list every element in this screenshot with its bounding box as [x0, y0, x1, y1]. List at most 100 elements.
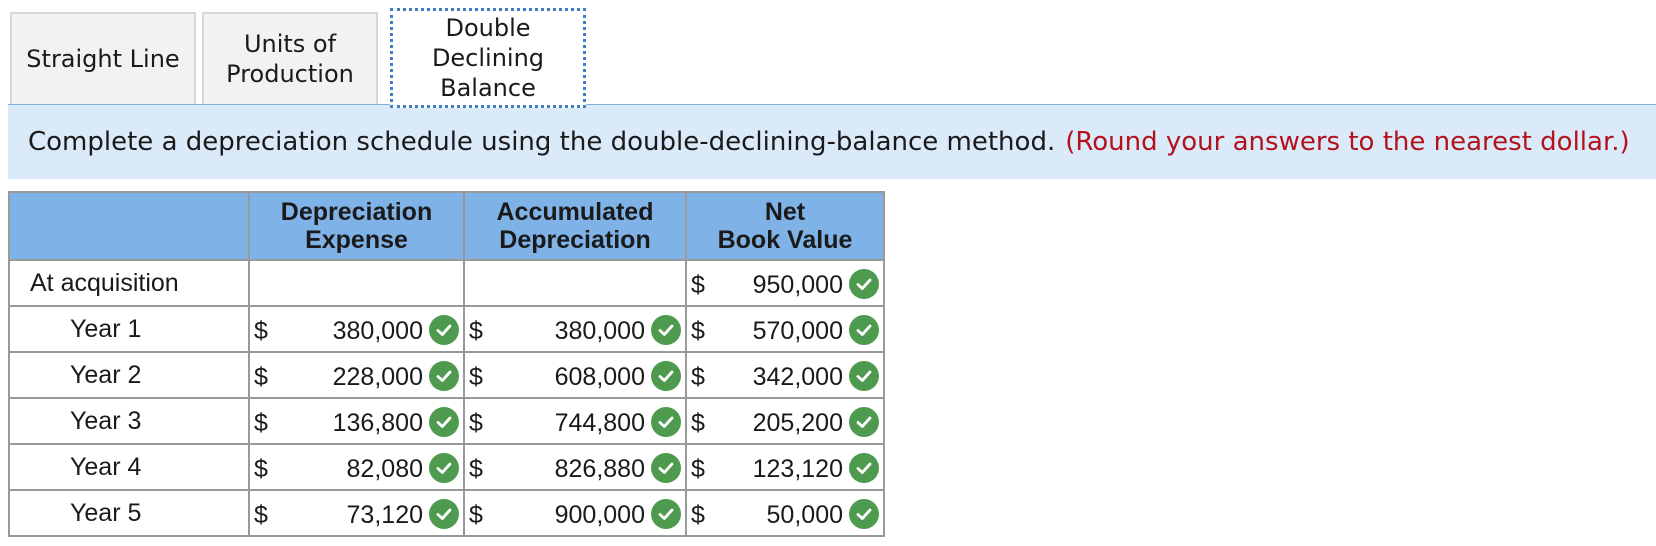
amount-field[interactable]: $950,000 — [687, 262, 883, 304]
depreciation-expense-cell: $380,000 — [248, 305, 465, 353]
table-row: Year 5 $73,120 $900,000 $50,000 — [8, 489, 885, 537]
currency-symbol: $ — [254, 317, 268, 345]
accumulated-depreciation-cell: $608,000 — [463, 351, 687, 399]
currency-symbol: $ — [469, 501, 483, 529]
amount-field[interactable]: $826,880 — [465, 446, 685, 488]
net-book-value-cell: $342,000 — [685, 351, 885, 399]
depreciation-expense-cell: $228,000 — [248, 351, 465, 399]
amount-value: 900,000 — [554, 501, 645, 529]
depreciation-expense-cell: $136,800 — [248, 397, 465, 445]
amount-value: 380,000 — [332, 317, 423, 345]
check-circle-icon — [849, 499, 879, 529]
header-depreciation-expense: Depreciation Expense — [248, 191, 465, 261]
check-circle-icon — [429, 453, 459, 483]
depreciation-expense-cell — [248, 259, 465, 307]
check-circle-icon — [651, 407, 681, 437]
currency-symbol: $ — [691, 271, 705, 299]
accumulated-depreciation-cell: $826,880 — [463, 443, 687, 491]
table-row: Year 2 $228,000 $608,000 $342,000 — [8, 351, 885, 399]
table-row: At acquisition $950,000 — [8, 259, 885, 307]
tab-straight-line[interactable]: Straight Line — [10, 12, 196, 104]
check-circle-icon — [429, 499, 459, 529]
currency-symbol: $ — [691, 317, 705, 345]
amount-value: 205,200 — [752, 409, 843, 437]
accumulated-depreciation-cell: $744,800 — [463, 397, 687, 445]
check-circle-icon — [429, 361, 459, 391]
check-circle-icon — [849, 315, 879, 345]
accumulated-depreciation-cell — [463, 259, 687, 307]
amount-value: 826,880 — [554, 455, 645, 483]
row-label: Year 1 — [8, 305, 250, 353]
amount-field[interactable]: $608,000 — [465, 354, 685, 396]
amount-field[interactable]: $228,000 — [250, 354, 463, 396]
table-row: Year 1 $380,000 $380,000 $570,000 — [8, 305, 885, 353]
amount-field[interactable]: $123,120 — [687, 446, 883, 488]
net-book-value-cell: $123,120 — [685, 443, 885, 491]
check-circle-icon — [849, 361, 879, 391]
check-circle-icon — [849, 407, 879, 437]
method-tabs: Straight Line Units of Production Double… — [8, 8, 1656, 108]
check-circle-icon — [651, 315, 681, 345]
check-circle-icon — [651, 361, 681, 391]
net-book-value-cell: $205,200 — [685, 397, 885, 445]
depreciation-expense-cell: $73,120 — [248, 489, 465, 537]
depreciation-schedule-table: Depreciation Expense Accumulated Depreci… — [8, 191, 885, 537]
depreciation-expense-cell: $82,080 — [248, 443, 465, 491]
accumulated-depreciation-cell: $900,000 — [463, 489, 687, 537]
amount-field[interactable]: $136,800 — [250, 400, 463, 442]
amount-field[interactable]: $342,000 — [687, 354, 883, 396]
amount-value: 73,120 — [346, 501, 423, 529]
net-book-value-cell: $950,000 — [685, 259, 885, 307]
amount-field[interactable]: $380,000 — [465, 308, 685, 350]
amount-field[interactable]: $73,120 — [250, 492, 463, 534]
amount-field[interactable]: $744,800 — [465, 400, 685, 442]
currency-symbol: $ — [469, 317, 483, 345]
row-label: Year 2 — [8, 351, 250, 399]
amount-value: 744,800 — [554, 409, 645, 437]
currency-symbol: $ — [254, 409, 268, 437]
amount-field[interactable]: $380,000 — [250, 308, 463, 350]
currency-symbol: $ — [469, 409, 483, 437]
amount-value: 608,000 — [554, 363, 645, 391]
currency-symbol: $ — [469, 363, 483, 391]
tab-double-declining-balance[interactable]: Double Declining Balance — [390, 8, 586, 108]
currency-symbol: $ — [254, 455, 268, 483]
net-book-value-cell: $50,000 — [685, 489, 885, 537]
rounding-hint: (Round your answers to the nearest dolla… — [1065, 127, 1630, 157]
currency-symbol: $ — [254, 501, 268, 529]
currency-symbol: $ — [254, 363, 268, 391]
table-header-row: Depreciation Expense Accumulated Depreci… — [8, 191, 885, 261]
net-book-value-cell: $570,000 — [685, 305, 885, 353]
amount-field[interactable]: $900,000 — [465, 492, 685, 534]
accumulated-depreciation-cell: $380,000 — [463, 305, 687, 353]
check-circle-icon — [651, 499, 681, 529]
check-circle-icon — [849, 453, 879, 483]
header-accumulated-depreciation: Accumulated Depreciation — [463, 191, 687, 261]
check-circle-icon — [849, 269, 879, 299]
currency-symbol: $ — [691, 363, 705, 391]
check-circle-icon — [429, 315, 459, 345]
check-circle-icon — [651, 453, 681, 483]
amount-field[interactable]: $570,000 — [687, 308, 883, 350]
row-label: At acquisition — [8, 259, 250, 307]
row-label: Year 4 — [8, 443, 250, 491]
currency-symbol: $ — [469, 455, 483, 483]
amount-value: 950,000 — [752, 271, 843, 299]
currency-symbol: $ — [691, 501, 705, 529]
amount-value: 136,800 — [332, 409, 423, 437]
row-label: Year 5 — [8, 489, 250, 537]
amount-value: 82,080 — [346, 455, 423, 483]
check-circle-icon — [429, 407, 459, 437]
amount-field[interactable]: $205,200 — [687, 400, 883, 442]
amount-value: 50,000 — [766, 501, 843, 529]
amount-field[interactable]: $50,000 — [687, 492, 883, 534]
currency-symbol: $ — [691, 455, 705, 483]
instruction-text: Complete a depreciation schedule using t… — [28, 127, 1056, 157]
currency-symbol: $ — [691, 409, 705, 437]
amount-field[interactable]: $82,080 — [250, 446, 463, 488]
amount-value: 570,000 — [752, 317, 843, 345]
amount-value: 380,000 — [554, 317, 645, 345]
tab-units-of-production[interactable]: Units of Production — [202, 12, 378, 104]
amount-value: 123,120 — [752, 455, 843, 483]
row-label: Year 3 — [8, 397, 250, 445]
